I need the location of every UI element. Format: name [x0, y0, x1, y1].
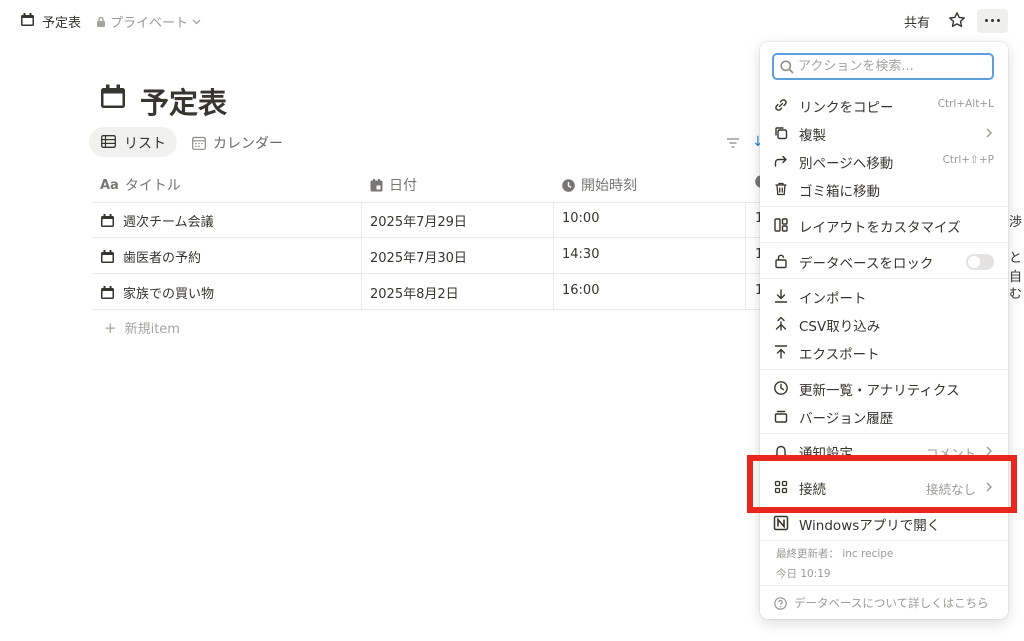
text-type-icon: Aa: [100, 177, 119, 193]
top-bar: 予定表 プライベート 共有: [0, 0, 1024, 42]
merge-icon: [773, 316, 789, 332]
row-title[interactable]: 歯医者の予約: [123, 247, 201, 266]
actions-menu: リンクをコピー Ctrl+Alt+L 複製 別ページへ移動 Ctrl+⇧+P ゴ…: [760, 42, 1008, 619]
privacy-label: プライベート: [110, 16, 189, 31]
clock-icon: [562, 178, 575, 192]
plus-icon: +: [104, 318, 117, 337]
row-date[interactable]: 2025年7月29日: [370, 211, 467, 230]
tab-calendar-view[interactable]: カレンダー: [192, 133, 283, 153]
table-row[interactable]: 週次チーム会議 2025年7月29日 10:00 1: [92, 202, 772, 238]
link-icon: [773, 97, 789, 113]
calendar-icon: [101, 213, 114, 227]
calendar-icon: [101, 285, 114, 299]
star-icon[interactable]: [948, 11, 966, 29]
menu-separator: [760, 540, 1008, 541]
tab-list-label: リスト: [124, 136, 166, 152]
menu-item-copy-link[interactable]: リンクをコピー Ctrl+Alt+L: [764, 91, 1004, 119]
menu-item-import[interactable]: インポート: [764, 282, 1004, 310]
more-options-button[interactable]: [977, 9, 1008, 33]
menu-item-lock-database[interactable]: データベースをロック: [764, 247, 1004, 275]
calendar-icon: [101, 249, 114, 263]
unlock-icon: [773, 253, 789, 269]
action-search-input[interactable]: [798, 57, 988, 76]
notion-logo-icon: [773, 515, 789, 531]
column-divider: [361, 202, 362, 310]
last-edited-by: 最終更新者： inc recipe: [776, 548, 894, 560]
highlight-box: [747, 455, 1017, 513]
menu-item-updates-analytics[interactable]: 更新一覧・アナリティクス: [764, 374, 1004, 402]
menu-item-open-windows-app[interactable]: Windowsアプリで開く: [764, 509, 1004, 537]
action-search-box[interactable]: [772, 53, 994, 80]
layout-icon: [773, 217, 789, 233]
menu-item-csv-import[interactable]: CSV取り込み: [764, 310, 1004, 338]
export-icon: [773, 344, 789, 360]
row-time[interactable]: 10:00: [562, 211, 599, 226]
row-title[interactable]: 週次チーム会議: [123, 211, 214, 230]
calendar-icon: [100, 84, 126, 110]
history-stack-icon: [773, 408, 789, 424]
last-edited-time: 今日 10:19: [776, 568, 831, 580]
menu-separator: [760, 585, 1008, 586]
chevron-right-icon: [984, 126, 994, 140]
table-row[interactable]: 家族での買い物 2025年8月2日 16:00 1: [92, 274, 772, 310]
row-title[interactable]: 家族での買い物: [123, 283, 214, 302]
calendar-icon: [20, 13, 35, 27]
menu-item-trash[interactable]: ゴミ箱に移動: [764, 175, 1004, 203]
move-arrow-icon: [773, 153, 789, 169]
tab-calendar-label: カレンダー: [213, 136, 283, 152]
duplicate-icon: [773, 125, 789, 141]
row-date[interactable]: 2025年7月30日: [370, 247, 467, 266]
column-divider: [745, 202, 746, 310]
trash-icon: [773, 181, 789, 197]
privacy-selector[interactable]: プライベート: [96, 12, 201, 31]
menu-item-export[interactable]: エクスポート: [764, 338, 1004, 366]
list-icon: [101, 135, 116, 148]
menu-separator: [760, 278, 1008, 279]
column-header-date[interactable]: 日付: [370, 175, 417, 195]
menu-item-duplicate[interactable]: 複製: [764, 119, 1004, 147]
menu-separator: [760, 369, 1008, 370]
tab-list-view[interactable]: リスト: [89, 127, 177, 157]
row-peek-text: む: [1009, 287, 1023, 302]
lock-icon: [97, 16, 105, 27]
menu-item-customize-layout[interactable]: レイアウトをカスタマイズ: [764, 211, 1004, 239]
menu-separator: [760, 433, 1008, 434]
column-header-time[interactable]: 開始時刻: [562, 175, 637, 195]
menu-separator: [760, 242, 1008, 243]
row-date[interactable]: 2025年8月2日: [370, 283, 459, 302]
share-button[interactable]: 共有: [904, 12, 930, 31]
menu-item-move[interactable]: 別ページへ移動 Ctrl+⇧+P: [764, 147, 1004, 175]
menu-separator: [760, 206, 1008, 207]
row-peek-text: と自: [1009, 251, 1023, 285]
learn-more-link[interactable]: データベースについて詳しくはこちら: [774, 595, 989, 611]
new-item-button[interactable]: + 新規item: [104, 318, 180, 338]
breadcrumb-title[interactable]: 予定表: [42, 12, 81, 31]
column-divider: [553, 202, 554, 310]
page-title[interactable]: 予定表: [140, 80, 227, 122]
column-header-title[interactable]: Aa タイトル: [100, 175, 181, 195]
clock-icon: [773, 380, 789, 396]
shortcut-hint: Ctrl+Alt+L: [937, 98, 994, 110]
row-time[interactable]: 16:00: [562, 283, 599, 298]
import-icon: [773, 288, 789, 304]
chevron-down-icon: [192, 19, 201, 24]
calendar-grid-icon: [192, 136, 206, 150]
date-type-icon: [370, 178, 383, 191]
lock-toggle[interactable]: [966, 254, 994, 270]
shortcut-hint: Ctrl+⇧+P: [942, 154, 994, 166]
menu-item-version-history[interactable]: バージョン履歴: [764, 402, 1004, 430]
table-row[interactable]: 歯医者の予約 2025年7月30日 14:30 1: [92, 238, 772, 274]
filter-icon[interactable]: [726, 137, 740, 149]
row-peek-text: 渉: [1009, 215, 1023, 230]
help-icon: [774, 596, 787, 610]
row-time[interactable]: 14:30: [562, 247, 599, 262]
search-icon: [780, 60, 794, 74]
table-header: Aa タイトル 日付 開始時刻: [92, 166, 772, 203]
